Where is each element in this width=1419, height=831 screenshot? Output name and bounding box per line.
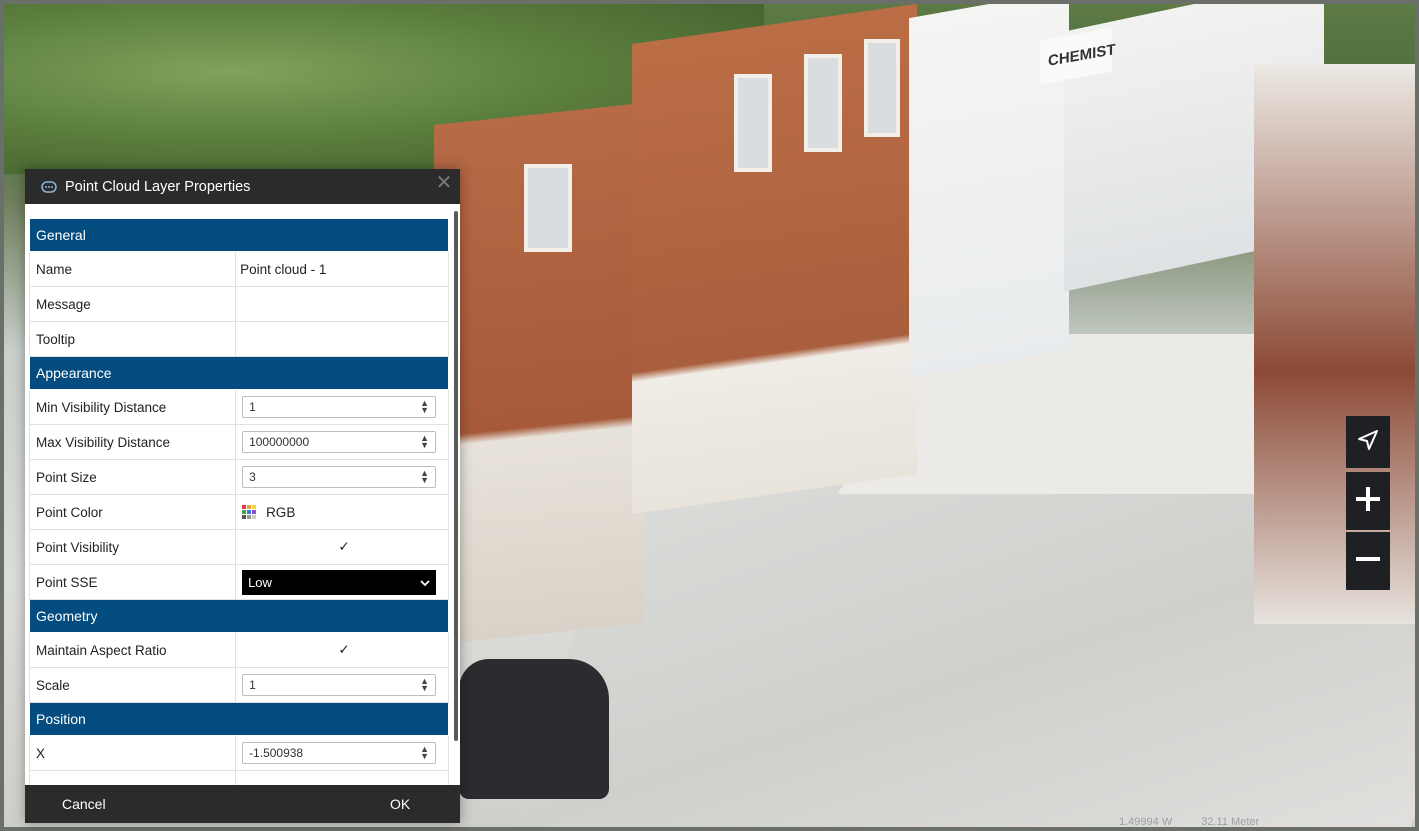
- chevron-down-icon: [420, 575, 430, 590]
- section-position[interactable]: Position: [29, 702, 449, 736]
- point-sse-label: Point SSE: [28, 564, 237, 600]
- point-color-picker[interactable]: RGB: [242, 505, 448, 520]
- row-name: Name Point cloud - 1: [28, 251, 449, 287]
- max-visibility-value: 100000000: [249, 435, 310, 449]
- zoom-in-button[interactable]: [1346, 472, 1390, 530]
- dialog-title: Point Cloud Layer Properties: [65, 178, 251, 195]
- point-sse-value: Low: [248, 574, 272, 590]
- next-field-label: [28, 770, 237, 785]
- section-appearance-label: Appearance: [29, 356, 449, 390]
- row-point-visibility: Point Visibility ✓: [28, 529, 449, 565]
- dialog-title-bar[interactable]: Point Cloud Layer Properties ✕: [25, 169, 460, 204]
- close-icon[interactable]: ✕: [434, 173, 454, 193]
- point-size-label: Point Size: [28, 459, 237, 495]
- scale-value: 1: [249, 678, 256, 692]
- point-sse-select[interactable]: Low: [242, 569, 437, 595]
- window: [524, 164, 572, 252]
- section-position-label: Position: [29, 702, 449, 736]
- row-point-sse: Point SSE Low: [28, 564, 449, 600]
- point-color-value: RGB: [266, 504, 296, 520]
- tooltip-label: Tooltip: [28, 321, 237, 357]
- minus-icon: [1354, 545, 1382, 578]
- row-x: X -1.500938 ▲ ▼: [28, 735, 449, 771]
- zoom-out-button[interactable]: [1346, 532, 1390, 590]
- stepper-arrows-icon[interactable]: ▲ ▼: [420, 469, 429, 485]
- min-visibility-stepper[interactable]: 1 ▲ ▼: [242, 396, 437, 418]
- point-size-stepper[interactable]: 3 ▲ ▼: [242, 466, 437, 488]
- window: [864, 39, 900, 137]
- row-min-visibility: Min Visibility Distance 1 ▲ ▼: [28, 389, 449, 425]
- dialog-footer: Cancel OK: [25, 785, 460, 823]
- scale-readout-1: 1.49994 W: [1119, 816, 1173, 827]
- point-size-value: 3: [249, 470, 256, 484]
- min-visibility-label: Min Visibility Distance: [28, 389, 237, 425]
- scale-label: Scale: [28, 667, 237, 703]
- ok-button[interactable]: OK: [390, 785, 410, 823]
- scale-readout-2: 32.11 Meter: [1201, 816, 1260, 827]
- row-point-size: Point Size 3 ▲ ▼: [28, 459, 449, 495]
- x-stepper[interactable]: -1.500938 ▲ ▼: [242, 742, 437, 764]
- cancel-button[interactable]: Cancel: [62, 785, 106, 823]
- name-field[interactable]: Point cloud - 1: [235, 251, 449, 287]
- next-field-value[interactable]: [235, 770, 449, 785]
- row-scale: Scale 1 ▲ ▼: [28, 667, 449, 703]
- stepper-arrows-icon[interactable]: ▲ ▼: [420, 745, 429, 761]
- row-y-partial: [28, 770, 449, 785]
- properties-panel[interactable]: General Name Point cloud - 1 Message Too…: [25, 204, 460, 785]
- aspect-ratio-checkbox[interactable]: ✓: [235, 632, 449, 668]
- properties-table: General Name Point cloud - 1 Message Too…: [28, 218, 449, 785]
- window: [804, 54, 842, 152]
- section-general[interactable]: General: [29, 218, 449, 252]
- window: [734, 74, 772, 172]
- row-message: Message: [28, 286, 449, 322]
- row-tooltip: Tooltip: [28, 321, 449, 357]
- section-general-label: General: [29, 218, 449, 252]
- name-label: Name: [28, 251, 237, 287]
- point-visibility-label: Point Visibility: [28, 529, 237, 565]
- tooltip-field[interactable]: [235, 321, 449, 357]
- stepper-arrows-icon[interactable]: ▲ ▼: [420, 677, 429, 693]
- row-point-color: Point Color RGB: [28, 494, 449, 530]
- navigation-arrow-icon: [1357, 429, 1379, 456]
- stepper-arrows-icon[interactable]: ▲ ▼: [420, 399, 429, 415]
- parked-car: [459, 659, 609, 799]
- scale-readout: 1.49994 W 32.11 Meter: [1119, 816, 1285, 827]
- locate-button[interactable]: [1346, 416, 1390, 468]
- point-color-label: Point Color: [28, 494, 237, 530]
- point-visibility-checkbox[interactable]: ✓: [235, 529, 449, 565]
- max-visibility-stepper[interactable]: 100000000 ▲ ▼: [242, 431, 437, 453]
- building-tudor: [1254, 64, 1415, 624]
- chemist-sign-text: CHEMIST: [1048, 41, 1116, 70]
- row-aspect: Maintain Aspect Ratio ✓: [28, 632, 449, 668]
- section-geometry[interactable]: Geometry: [29, 599, 449, 633]
- scrollbar-thumb[interactable]: [454, 211, 458, 741]
- plus-icon: [1354, 485, 1382, 518]
- section-appearance[interactable]: Appearance: [29, 356, 449, 390]
- message-field[interactable]: [235, 286, 449, 322]
- stepper-arrows-icon[interactable]: ▲ ▼: [420, 434, 429, 450]
- message-label: Message: [28, 286, 237, 322]
- row-max-visibility: Max Visibility Distance 100000000 ▲ ▼: [28, 424, 449, 460]
- min-visibility-value: 1: [249, 400, 256, 414]
- max-visibility-label: Max Visibility Distance: [28, 424, 237, 460]
- section-geometry-label: Geometry: [29, 599, 449, 633]
- point-cloud-properties-dialog: Point Cloud Layer Properties ✕ General N…: [25, 169, 460, 823]
- aspect-label: Maintain Aspect Ratio: [28, 632, 237, 668]
- color-palette-icon: [242, 505, 257, 519]
- x-label: X: [28, 735, 237, 771]
- point-cloud-icon: [41, 180, 57, 194]
- scale-stepper[interactable]: 1 ▲ ▼: [242, 674, 437, 696]
- x-value: -1.500938: [249, 746, 304, 760]
